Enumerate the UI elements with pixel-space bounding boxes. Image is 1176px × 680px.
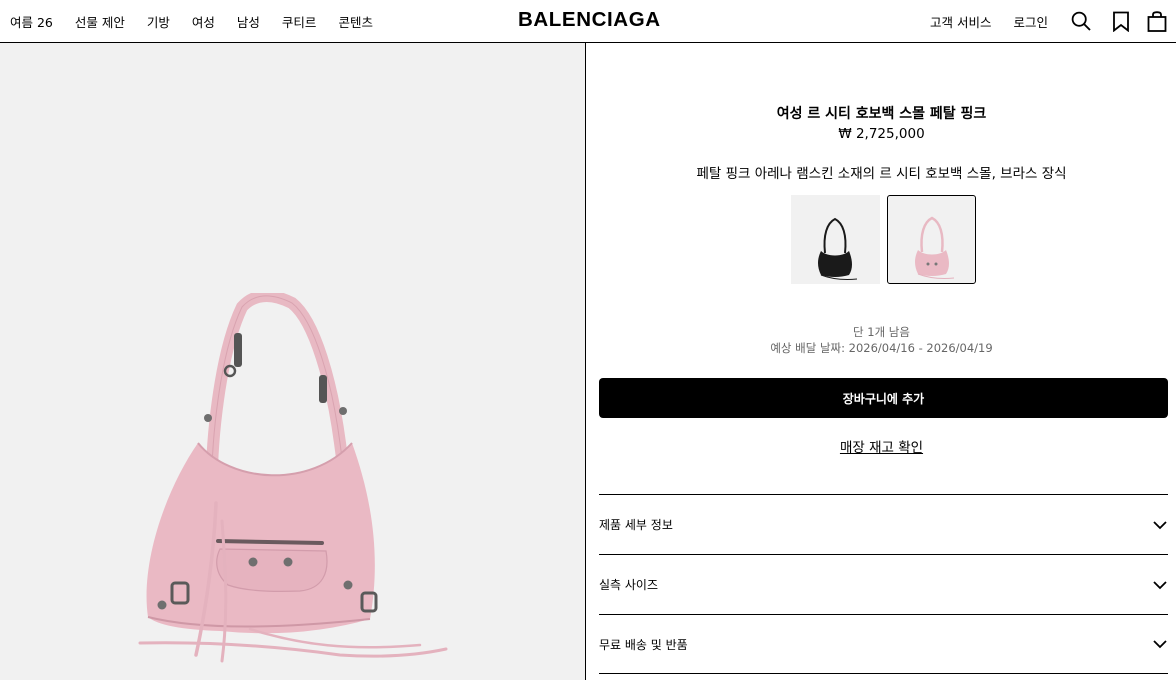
utility-nav: 고객 서비스 로그인 <box>930 0 1176 42</box>
customer-service-link[interactable]: 고객 서비스 <box>930 12 991 31</box>
product-info-panel: 여성 르 시티 호보백 스몰 페탈 핑크 ₩ 2,725,000 페탈 핑크 아… <box>587 43 1176 680</box>
delivery-estimate: 예상 배달 날짜: 2026/04/16 - 2026/04/19 <box>770 341 993 355</box>
store-stock-link[interactable]: 매장 재고 확인 <box>587 436 1176 456</box>
accordion-product-details[interactable]: 제품 세부 정보 <box>599 494 1168 554</box>
accordion-shipping-returns[interactable]: 무료 배송 및 반품 <box>599 614 1168 674</box>
chevron-down-icon <box>1153 520 1167 529</box>
accordion-label: 실측 사이즈 <box>599 578 659 592</box>
product-image[interactable] <box>100 293 460 663</box>
nav-item-men[interactable]: 남성 <box>237 12 260 31</box>
accordion-label: 제품 세부 정보 <box>599 518 673 532</box>
site-header: 여름 26 선물 제안 기방 여성 남성 쿠티르 콘텐츠 BALENCIAGA … <box>0 0 1176 43</box>
main-nav: 여름 26 선물 제안 기방 여성 남성 쿠티르 콘텐츠 <box>10 0 395 42</box>
accordion-size-measurements[interactable]: 실측 사이즈 <box>599 554 1168 614</box>
nav-item-women[interactable]: 여성 <box>192 12 215 31</box>
product-title: 여성 르 시티 호보백 스몰 페탈 핑크 <box>776 106 987 122</box>
accordion-label: 무료 배송 및 반품 <box>599 637 688 652</box>
shopping-bag-icon[interactable] <box>1146 10 1168 32</box>
nav-item-summer26[interactable]: 여름 26 <box>10 12 53 31</box>
search-icon[interactable] <box>1070 10 1092 32</box>
chevron-down-icon <box>1153 580 1167 589</box>
brand-logo[interactable]: BALENCIAGA <box>518 8 661 32</box>
chevron-down-icon <box>1153 640 1167 649</box>
product-info-accordion: 제품 세부 정보 실측 사이즈 무료 배송 및 반품 <box>599 494 1168 674</box>
nav-item-bags[interactable]: 기방 <box>147 12 170 31</box>
nav-item-content[interactable]: 콘텐츠 <box>338 12 373 31</box>
login-link[interactable]: 로그인 <box>1013 12 1048 31</box>
bookmark-icon[interactable] <box>1110 10 1132 32</box>
stock-note: 단 1개 남음 <box>853 325 910 339</box>
add-to-cart-button[interactable]: 장바구니에 추가 <box>599 378 1168 418</box>
product-image-panel <box>0 43 586 680</box>
product-price: ₩ 2,725,000 <box>838 126 925 142</box>
color-variant-selector <box>791 195 976 284</box>
variant-swatch-black[interactable] <box>791 195 880 284</box>
variant-swatch-petal-pink[interactable] <box>887 195 976 284</box>
nav-item-couture[interactable]: 쿠티르 <box>282 12 317 31</box>
product-description: 페탈 핑크 아레나 램스킨 소재의 르 시티 호보백 스몰, 브라스 장식 <box>696 166 1067 182</box>
nav-item-gifts[interactable]: 선물 제안 <box>75 12 125 31</box>
